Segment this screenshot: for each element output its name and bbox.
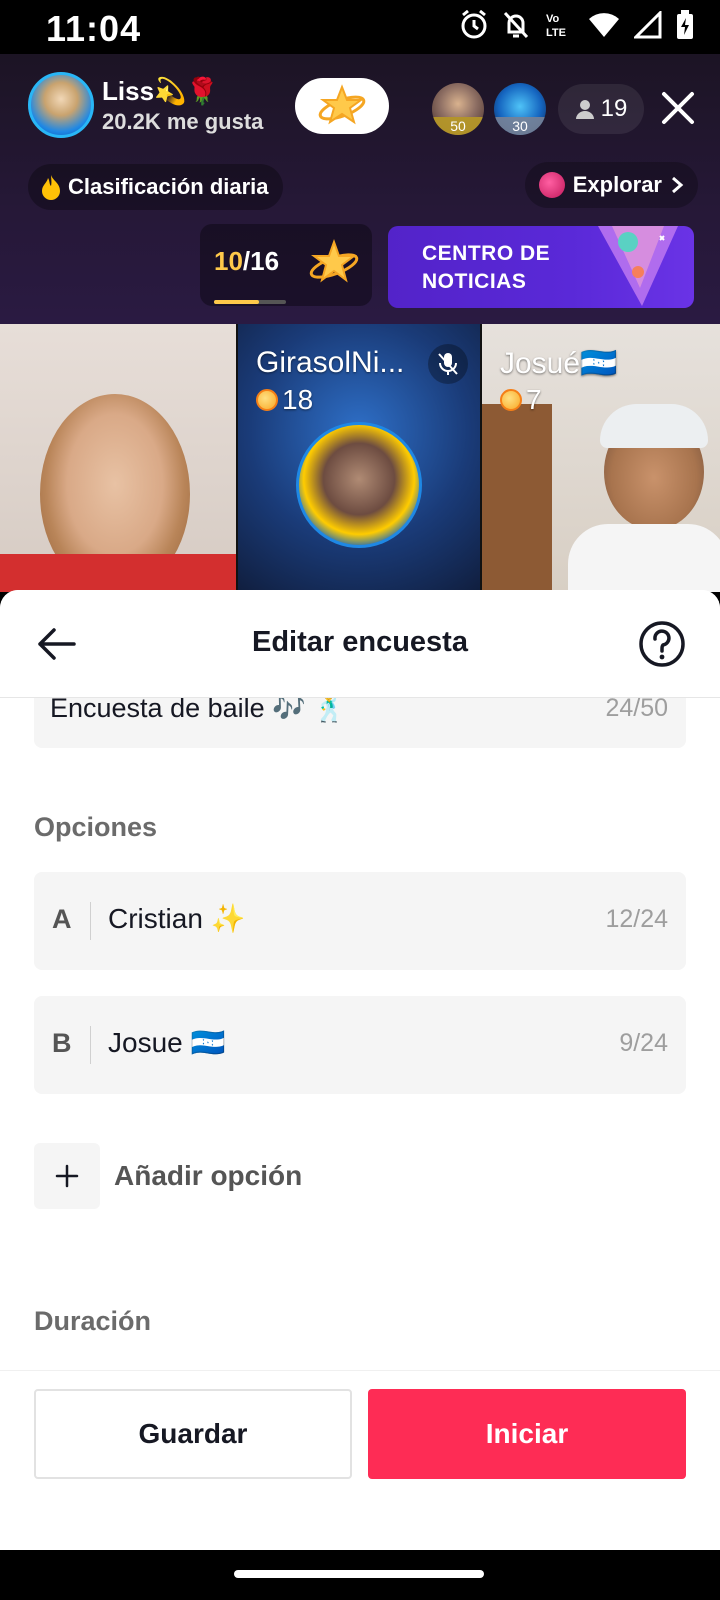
host-video-tile[interactable] (0, 324, 238, 592)
goal-progress-bar (214, 300, 286, 304)
news-center-banner[interactable]: CENTRO DE NOTICIAS (388, 226, 694, 308)
duration-section-label: Duración (34, 1306, 152, 1336)
status-icons: Vo LTE (460, 10, 694, 40)
daily-ranking-label: Clasificación diaria (68, 174, 269, 199)
person-icon (575, 100, 594, 119)
host-text: Liss💫🌹 20.2K me gusta (102, 76, 263, 135)
host-shirt (0, 554, 236, 592)
news-center-label: CENTRO DE NOTICIAS (422, 242, 551, 293)
viewer-rank-badge: 30 (494, 117, 546, 135)
guest-name: GirasolNi... (256, 346, 405, 379)
options-section-label: Opciones (34, 812, 158, 842)
guest-coin-count: 18 (282, 384, 314, 415)
system-nav-bar (0, 1550, 720, 1600)
goal-progress-text: 10/16 (214, 246, 279, 277)
coin-icon (256, 389, 278, 411)
goal-progress-card[interactable]: 10/16 (200, 224, 372, 306)
viewer-count[interactable]: 19 (558, 84, 644, 134)
option-letter: A (52, 904, 72, 934)
plus-icon (34, 1143, 100, 1209)
sheet-footer: Guardar Iniciar (0, 1370, 720, 1550)
home-indicator[interactable] (234, 1570, 484, 1578)
signal-icon (634, 11, 662, 39)
help-icon[interactable] (638, 620, 686, 668)
battery-charging-icon (677, 10, 693, 39)
guest-video-tile[interactable]: Josué🇭🇳 7 (482, 324, 720, 592)
guest-coin-count: 7 (526, 384, 542, 415)
edit-poll-sheet: Encuesta de baile 🎶 🕺 24/50 Editar encue… (0, 590, 720, 1550)
poll-question-char-count: 24/50 (605, 694, 668, 722)
option-char-count: 9/24 (619, 1029, 668, 1057)
wifi-icon (589, 13, 619, 38)
host-avatar[interactable] (28, 72, 94, 138)
svg-text:Vo: Vo (546, 13, 560, 25)
top-viewer-avatar[interactable]: 30 (494, 83, 546, 135)
mic-off-icon (428, 344, 468, 384)
svg-text:LTE: LTE (546, 27, 566, 39)
sheet-title: Editar encuesta (252, 626, 468, 658)
notifications-off-icon (503, 11, 529, 39)
poll-option-field[interactable]: A Cristian ✨ 12/24 (34, 872, 686, 970)
add-option-button[interactable]: Añadir opción (34, 1143, 302, 1209)
coin-icon (500, 389, 522, 411)
option-text: Josue 🇭🇳 (108, 1027, 226, 1058)
news-graphic-icon (598, 226, 678, 306)
close-icon[interactable] (656, 86, 700, 130)
star-icon (318, 84, 366, 125)
top-viewer-avatar[interactable]: 50 (432, 83, 484, 135)
host-info[interactable]: Liss💫🌹 20.2K me gusta (28, 72, 263, 138)
save-button[interactable]: Guardar (34, 1389, 352, 1479)
guest-coins: 18 (256, 384, 313, 416)
guest-name: Josué🇭🇳 (500, 347, 618, 380)
alarm-icon (461, 10, 487, 39)
option-letter: B (52, 1028, 72, 1058)
live-header: Liss💫🌹 20.2K me gusta 50 30 19 Clasifica… (0, 54, 720, 324)
goal-progress-total: /16 (242, 246, 280, 276)
goal-progress-fill (214, 300, 259, 304)
status-time: 11:04 (46, 8, 142, 49)
add-option-label: Añadir opción (114, 1160, 303, 1191)
viewer-rank-badge: 50 (432, 117, 484, 135)
flame-icon (42, 175, 60, 200)
viewer-count-value: 19 (600, 95, 628, 122)
daily-ranking-button[interactable]: Clasificación diaria (28, 164, 283, 210)
option-divider (90, 902, 91, 940)
star-icon (309, 239, 359, 283)
guest-video-tile[interactable]: GirasolNi... 18 (238, 324, 482, 592)
guest-avatar (296, 422, 422, 548)
guest-coins: 7 (500, 384, 542, 416)
option-text: Cristian ✨ (108, 903, 246, 934)
explore-button[interactable]: Explorar (524, 162, 698, 208)
poll-option-field[interactable]: B Josue 🇭🇳 9/24 (34, 996, 686, 1094)
sheet-header: Editar encuesta (0, 590, 720, 698)
guest-bandana (600, 404, 708, 448)
chevron-right-icon (672, 176, 684, 194)
follow-star-button[interactable] (295, 78, 389, 134)
option-char-count: 12/24 (605, 905, 668, 933)
option-divider (90, 1026, 91, 1064)
goal-progress-current: 10 (214, 246, 243, 276)
volte-icon: Vo LTE (546, 13, 566, 39)
status-bar: 11:04 Vo LTE (0, 0, 720, 54)
planet-icon (538, 172, 565, 198)
door-background (482, 404, 552, 592)
start-button[interactable]: Iniciar (368, 1389, 686, 1479)
guest-shirt (568, 524, 720, 592)
host-likes: 20.2K me gusta (102, 108, 264, 134)
explore-label: Explorar (572, 172, 662, 197)
guest-video-strip: GirasolNi... 18 Josué🇭🇳 7 (0, 324, 720, 592)
host-name: Liss💫🌹 (102, 75, 219, 106)
